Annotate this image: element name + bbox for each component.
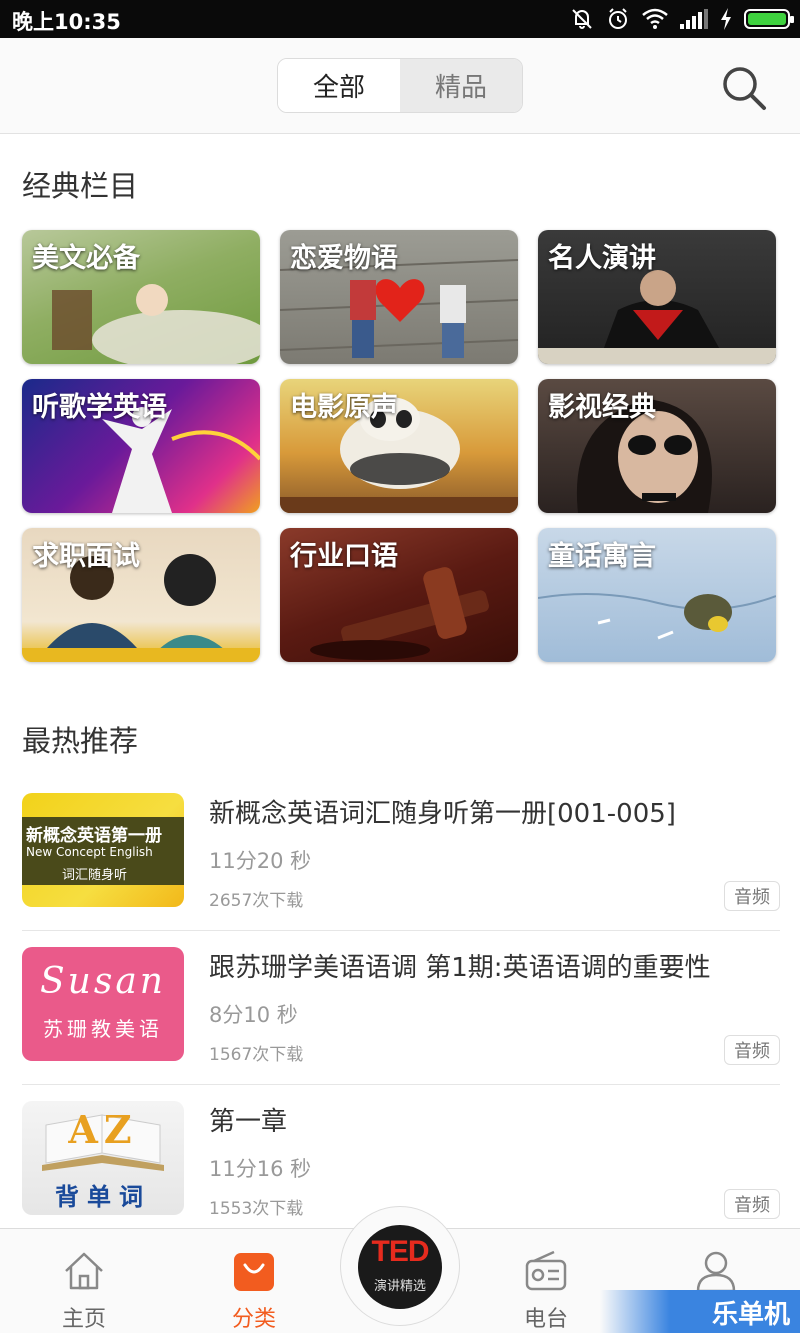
signal-icon xyxy=(680,9,708,29)
tile-label: 听歌学英语 xyxy=(32,392,167,423)
category-tile-essays[interactable]: 美文必备 xyxy=(22,230,260,364)
item-duration: 8分10 秒 xyxy=(209,1003,298,1027)
nav-label: 电台 xyxy=(523,1307,568,1332)
nav-label: 分类 xyxy=(231,1307,276,1332)
segment-premium[interactable]: 精品 xyxy=(400,59,522,112)
thumb-text-1: 新概念英语第一册 xyxy=(26,826,162,846)
search-button[interactable] xyxy=(718,62,770,114)
tile-label: 电影原声 xyxy=(290,392,398,423)
category-tile-famous-speeches[interactable]: 名人演讲 xyxy=(538,230,776,364)
item-type-badge: 音频 xyxy=(724,1035,780,1065)
watermark: 乐单机 xyxy=(600,1290,800,1333)
segment-all[interactable]: 全部 xyxy=(278,59,400,112)
item-downloads: 1567次下载 xyxy=(209,1045,304,1065)
tile-label: 名人演讲 xyxy=(548,243,656,274)
item-duration: 11分16 秒 xyxy=(209,1157,312,1181)
alarm-icon xyxy=(609,8,627,29)
search-icon xyxy=(723,67,766,110)
category-tile-songs[interactable]: 听歌学英语 xyxy=(22,379,260,513)
thumb-text-3: 词汇随身听 xyxy=(62,868,128,883)
category-tile-movie-sounds[interactable]: 电影原声 xyxy=(280,379,518,513)
status-icons xyxy=(570,6,794,32)
nav-category[interactable]: 分类 xyxy=(194,1229,314,1333)
thumb-text-2: New Concept English xyxy=(26,845,153,859)
item-duration: 11分20 秒 xyxy=(209,849,312,873)
tile-label: 求职面试 xyxy=(32,541,140,572)
category-tile-fairy-tales[interactable]: 童话寓言 xyxy=(538,528,776,662)
item-thumbnail: 新概念英语第一册 New Concept English 词汇随身听 xyxy=(22,793,184,907)
thumb-text-1: Susan xyxy=(40,961,166,1002)
thumb-text-2: 背单词 xyxy=(55,1183,151,1211)
section-title-hot: 最热推荐 xyxy=(22,724,139,758)
thumb-text-1: AZ xyxy=(68,1107,138,1152)
item-downloads: 1553次下载 xyxy=(209,1199,304,1219)
status-time: 晚上10:35 xyxy=(12,10,121,34)
segment-control: 全部 精品 xyxy=(277,58,523,113)
watermark-text: 乐单机 xyxy=(711,1300,790,1330)
tile-label: 恋爱物语 xyxy=(290,243,398,274)
tile-label: 影视经典 xyxy=(548,392,656,423)
nav-home[interactable]: 主页 xyxy=(24,1229,144,1333)
wifi-icon xyxy=(642,8,668,29)
tile-label: 童话寓言 xyxy=(548,541,656,572)
radio-icon xyxy=(525,1250,567,1291)
item-title: 新概念英语词汇随身听第一册[001-005] xyxy=(209,799,676,829)
bag-icon xyxy=(234,1253,274,1291)
item-thumbnail: AZ 背单词 xyxy=(22,1101,184,1215)
status-bar: 晚上10:35 xyxy=(0,0,800,38)
category-tile-love-stories[interactable]: 恋爱物语 xyxy=(280,230,518,364)
home-icon xyxy=(65,1252,103,1290)
item-downloads: 2657次下载 xyxy=(209,891,304,911)
category-tile-industry-speaking[interactable]: 行业口语 xyxy=(280,528,518,662)
top-bar: 全部 精品 xyxy=(0,38,800,134)
ted-subtitle: 演讲精选 xyxy=(373,1279,426,1294)
person-icon xyxy=(696,1251,736,1293)
item-title: 第一章 xyxy=(209,1107,288,1137)
charging-icon xyxy=(721,8,731,30)
battery-icon xyxy=(744,9,794,29)
item-title: 跟苏珊学美语语调 第1期:英语语调的重要性 xyxy=(209,953,711,983)
tile-label: 行业口语 xyxy=(290,541,398,572)
section-title-classic: 经典栏目 xyxy=(22,169,139,203)
category-tile-job-interview[interactable]: 求职面试 xyxy=(22,528,260,662)
ted-button[interactable]: TED 演讲精选 xyxy=(358,1225,442,1309)
recommend-list: 新概念英语第一册 New Concept English 词汇随身听 新概念英语… xyxy=(22,777,780,1239)
list-item[interactable]: 新概念英语第一册 New Concept English 词汇随身听 新概念英语… xyxy=(22,777,780,931)
ted-logo: TED xyxy=(371,1235,430,1268)
category-grid: 美文必备 恋爱物语 名人演讲 听歌学英语 电影原声 影视经典 求职面试 行业口语… xyxy=(22,230,778,662)
category-tile-film-classics[interactable]: 影视经典 xyxy=(538,379,776,513)
thumb-text-2: 苏珊教美语 xyxy=(43,1017,163,1041)
nav-radio[interactable]: 电台 xyxy=(486,1229,606,1333)
tile-label: 美文必备 xyxy=(32,243,140,274)
item-thumbnail: Susan 苏珊教美语 xyxy=(22,947,184,1061)
mute-bell-icon xyxy=(572,9,592,29)
item-type-badge: 音频 xyxy=(724,881,780,911)
nav-label: 主页 xyxy=(61,1307,106,1332)
item-type-badge: 音频 xyxy=(724,1189,780,1219)
list-item[interactable]: Susan 苏珊教美语 跟苏珊学美语语调 第1期:英语语调的重要性 8分10 秒… xyxy=(22,931,780,1085)
